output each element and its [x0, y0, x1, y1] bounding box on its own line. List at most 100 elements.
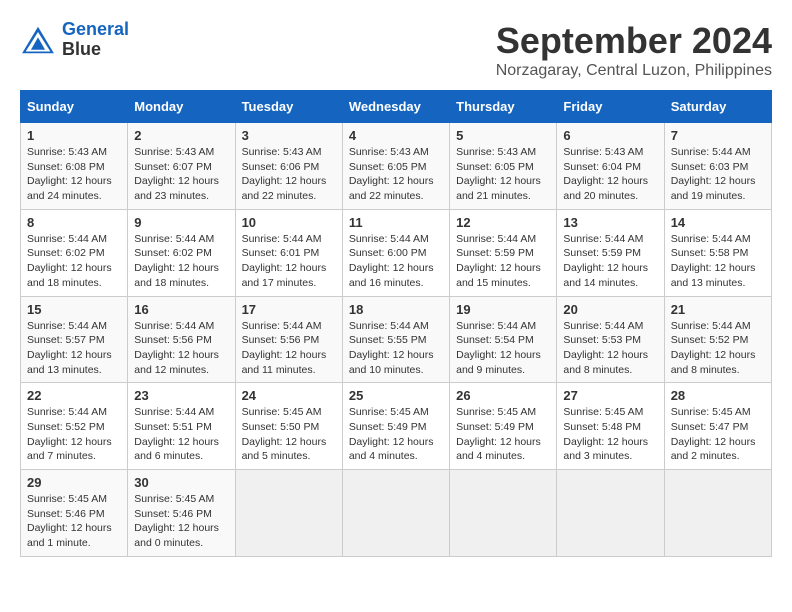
- day-info: Sunrise: 5:44 AM Sunset: 6:03 PM Dayligh…: [671, 145, 765, 204]
- day-number: 17: [242, 302, 336, 317]
- calendar-cell: 26 Sunrise: 5:45 AM Sunset: 5:49 PM Dayl…: [450, 383, 557, 470]
- day-info: Sunrise: 5:44 AM Sunset: 6:02 PM Dayligh…: [27, 232, 121, 291]
- day-info: Sunrise: 5:44 AM Sunset: 6:02 PM Dayligh…: [134, 232, 228, 291]
- day-info: Sunrise: 5:45 AM Sunset: 5:49 PM Dayligh…: [456, 405, 550, 464]
- day-info: Sunrise: 5:43 AM Sunset: 6:06 PM Dayligh…: [242, 145, 336, 204]
- day-number: 25: [349, 388, 443, 403]
- calendar-week-row: 15 Sunrise: 5:44 AM Sunset: 5:57 PM Dayl…: [21, 296, 772, 383]
- day-number: 16: [134, 302, 228, 317]
- calendar-cell: [450, 470, 557, 557]
- day-info: Sunrise: 5:43 AM Sunset: 6:05 PM Dayligh…: [456, 145, 550, 204]
- day-number: 28: [671, 388, 765, 403]
- calendar-cell: 10 Sunrise: 5:44 AM Sunset: 6:01 PM Dayl…: [235, 209, 342, 296]
- logo-icon: [20, 25, 56, 55]
- calendar-cell: 5 Sunrise: 5:43 AM Sunset: 6:05 PM Dayli…: [450, 123, 557, 210]
- calendar-cell: 25 Sunrise: 5:45 AM Sunset: 5:49 PM Dayl…: [342, 383, 449, 470]
- day-info: Sunrise: 5:44 AM Sunset: 5:58 PM Dayligh…: [671, 232, 765, 291]
- day-info: Sunrise: 5:44 AM Sunset: 6:00 PM Dayligh…: [349, 232, 443, 291]
- day-info: Sunrise: 5:45 AM Sunset: 5:49 PM Dayligh…: [349, 405, 443, 464]
- calendar-cell: 20 Sunrise: 5:44 AM Sunset: 5:53 PM Dayl…: [557, 296, 664, 383]
- day-number: 27: [563, 388, 657, 403]
- day-number: 15: [27, 302, 121, 317]
- day-number: 26: [456, 388, 550, 403]
- day-number: 22: [27, 388, 121, 403]
- calendar-cell: 2 Sunrise: 5:43 AM Sunset: 6:07 PM Dayli…: [128, 123, 235, 210]
- calendar-cell: 14 Sunrise: 5:44 AM Sunset: 5:58 PM Dayl…: [664, 209, 771, 296]
- day-info: Sunrise: 5:43 AM Sunset: 6:04 PM Dayligh…: [563, 145, 657, 204]
- calendar-cell: 9 Sunrise: 5:44 AM Sunset: 6:02 PM Dayli…: [128, 209, 235, 296]
- day-number: 21: [671, 302, 765, 317]
- weekday-header: Wednesday: [342, 91, 449, 123]
- calendar-cell: [664, 470, 771, 557]
- calendar-week-row: 1 Sunrise: 5:43 AM Sunset: 6:08 PM Dayli…: [21, 123, 772, 210]
- day-number: 18: [349, 302, 443, 317]
- logo-text: General Blue: [62, 20, 129, 60]
- day-info: Sunrise: 5:44 AM Sunset: 5:59 PM Dayligh…: [563, 232, 657, 291]
- calendar-cell: 19 Sunrise: 5:44 AM Sunset: 5:54 PM Dayl…: [450, 296, 557, 383]
- calendar-week-row: 8 Sunrise: 5:44 AM Sunset: 6:02 PM Dayli…: [21, 209, 772, 296]
- day-info: Sunrise: 5:45 AM Sunset: 5:46 PM Dayligh…: [134, 492, 228, 551]
- day-number: 24: [242, 388, 336, 403]
- day-number: 30: [134, 475, 228, 490]
- day-info: Sunrise: 5:44 AM Sunset: 5:56 PM Dayligh…: [134, 319, 228, 378]
- logo: General Blue: [20, 20, 129, 60]
- calendar-cell: 17 Sunrise: 5:44 AM Sunset: 5:56 PM Dayl…: [235, 296, 342, 383]
- calendar-body: 1 Sunrise: 5:43 AM Sunset: 6:08 PM Dayli…: [21, 123, 772, 557]
- calendar-cell: [342, 470, 449, 557]
- day-info: Sunrise: 5:44 AM Sunset: 5:51 PM Dayligh…: [134, 405, 228, 464]
- month-title: September 2024: [496, 20, 772, 62]
- calendar-cell: 18 Sunrise: 5:44 AM Sunset: 5:55 PM Dayl…: [342, 296, 449, 383]
- day-number: 13: [563, 215, 657, 230]
- calendar-week-row: 29 Sunrise: 5:45 AM Sunset: 5:46 PM Dayl…: [21, 470, 772, 557]
- calendar-cell: 13 Sunrise: 5:44 AM Sunset: 5:59 PM Dayl…: [557, 209, 664, 296]
- day-info: Sunrise: 5:44 AM Sunset: 5:54 PM Dayligh…: [456, 319, 550, 378]
- page-header: General Blue September 2024 Norzagaray, …: [20, 20, 772, 80]
- calendar-week-row: 22 Sunrise: 5:44 AM Sunset: 5:52 PM Dayl…: [21, 383, 772, 470]
- weekday-header: Saturday: [664, 91, 771, 123]
- weekday-header: Friday: [557, 91, 664, 123]
- day-info: Sunrise: 5:43 AM Sunset: 6:07 PM Dayligh…: [134, 145, 228, 204]
- calendar-cell: 21 Sunrise: 5:44 AM Sunset: 5:52 PM Dayl…: [664, 296, 771, 383]
- calendar-cell: 6 Sunrise: 5:43 AM Sunset: 6:04 PM Dayli…: [557, 123, 664, 210]
- calendar-cell: 15 Sunrise: 5:44 AM Sunset: 5:57 PM Dayl…: [21, 296, 128, 383]
- day-number: 2: [134, 128, 228, 143]
- day-number: 9: [134, 215, 228, 230]
- day-info: Sunrise: 5:45 AM Sunset: 5:47 PM Dayligh…: [671, 405, 765, 464]
- day-number: 12: [456, 215, 550, 230]
- day-info: Sunrise: 5:44 AM Sunset: 5:55 PM Dayligh…: [349, 319, 443, 378]
- weekday-header: Sunday: [21, 91, 128, 123]
- day-number: 19: [456, 302, 550, 317]
- day-info: Sunrise: 5:44 AM Sunset: 5:56 PM Dayligh…: [242, 319, 336, 378]
- day-number: 29: [27, 475, 121, 490]
- day-info: Sunrise: 5:43 AM Sunset: 6:08 PM Dayligh…: [27, 145, 121, 204]
- calendar-cell: 29 Sunrise: 5:45 AM Sunset: 5:46 PM Dayl…: [21, 470, 128, 557]
- calendar-header-row: SundayMondayTuesdayWednesdayThursdayFrid…: [21, 91, 772, 123]
- calendar-cell: 22 Sunrise: 5:44 AM Sunset: 5:52 PM Dayl…: [21, 383, 128, 470]
- day-number: 7: [671, 128, 765, 143]
- day-number: 8: [27, 215, 121, 230]
- day-number: 1: [27, 128, 121, 143]
- calendar-cell: 28 Sunrise: 5:45 AM Sunset: 5:47 PM Dayl…: [664, 383, 771, 470]
- day-number: 5: [456, 128, 550, 143]
- day-info: Sunrise: 5:44 AM Sunset: 6:01 PM Dayligh…: [242, 232, 336, 291]
- calendar-cell: [235, 470, 342, 557]
- calendar-cell: 1 Sunrise: 5:43 AM Sunset: 6:08 PM Dayli…: [21, 123, 128, 210]
- calendar-cell: 4 Sunrise: 5:43 AM Sunset: 6:05 PM Dayli…: [342, 123, 449, 210]
- weekday-header: Thursday: [450, 91, 557, 123]
- day-number: 4: [349, 128, 443, 143]
- day-info: Sunrise: 5:44 AM Sunset: 5:57 PM Dayligh…: [27, 319, 121, 378]
- day-number: 3: [242, 128, 336, 143]
- calendar-cell: 24 Sunrise: 5:45 AM Sunset: 5:50 PM Dayl…: [235, 383, 342, 470]
- day-info: Sunrise: 5:45 AM Sunset: 5:50 PM Dayligh…: [242, 405, 336, 464]
- calendar-cell: [557, 470, 664, 557]
- day-number: 11: [349, 215, 443, 230]
- title-section: September 2024 Norzagaray, Central Luzon…: [496, 20, 772, 80]
- calendar-cell: 8 Sunrise: 5:44 AM Sunset: 6:02 PM Dayli…: [21, 209, 128, 296]
- day-info: Sunrise: 5:44 AM Sunset: 5:53 PM Dayligh…: [563, 319, 657, 378]
- weekday-header: Tuesday: [235, 91, 342, 123]
- location-title: Norzagaray, Central Luzon, Philippines: [496, 62, 772, 80]
- calendar-cell: 3 Sunrise: 5:43 AM Sunset: 6:06 PM Dayli…: [235, 123, 342, 210]
- day-info: Sunrise: 5:45 AM Sunset: 5:48 PM Dayligh…: [563, 405, 657, 464]
- day-info: Sunrise: 5:44 AM Sunset: 5:52 PM Dayligh…: [27, 405, 121, 464]
- calendar-cell: 23 Sunrise: 5:44 AM Sunset: 5:51 PM Dayl…: [128, 383, 235, 470]
